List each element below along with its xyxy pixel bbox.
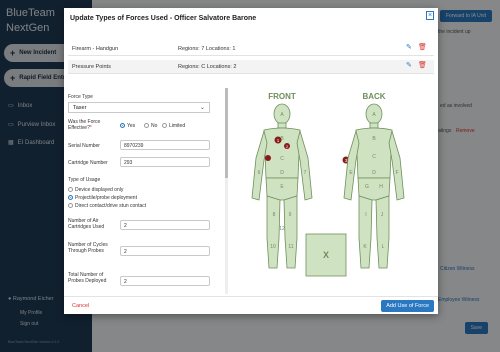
region-label: G <box>365 184 369 190</box>
region-label: H <box>379 184 383 190</box>
cartridge-input[interactable]: 293 <box>120 157 210 167</box>
back-left-arm[interactable] <box>388 129 405 201</box>
region-label: 12 <box>279 226 285 232</box>
front-neck[interactable] <box>277 122 287 129</box>
chevron-down-icon: ⌄ <box>199 105 205 111</box>
cycles-label: Number of Cycles Through Probes <box>68 242 108 254</box>
force-type-label: Force Type <box>68 94 93 100</box>
serial-input[interactable]: 8970239 <box>120 140 210 150</box>
effective-label-text: Was the Force Effective? <box>68 119 101 131</box>
radio-selected-icon <box>68 195 73 201</box>
region-label: C <box>372 154 376 160</box>
radio-label: Limited <box>169 123 186 129</box>
radio-label: Device displayed only <box>75 187 124 193</box>
radio-label: No <box>151 123 158 129</box>
region-label: 6 <box>258 170 261 176</box>
back-right-leg[interactable] <box>358 195 373 269</box>
effective-label: Was the Force Effective?* <box>68 119 116 131</box>
add-use-of-force-button[interactable]: Add Use of Force <box>381 300 434 312</box>
update-forces-modal: Update Types of Forces Used - Officer Sa… <box>64 8 438 314</box>
region-label: 8 <box>273 212 276 218</box>
force-regions: Regions: C Locations: 2 <box>178 64 237 70</box>
force-regions: Regions: 7 Locations: 1 <box>178 46 236 52</box>
probes-input[interactable]: 2 <box>120 276 210 286</box>
front-label: FRONT <box>268 92 296 101</box>
trash-icon[interactable]: 🗑 <box>418 62 427 69</box>
unknown-location-label: X <box>323 250 329 260</box>
region-label: F <box>395 170 398 176</box>
effective-limited-radio[interactable]: Limited <box>162 123 185 129</box>
cartridge-label: Cartridge Number <box>68 160 108 166</box>
force-type-select[interactable]: Taser ⌄ <box>68 102 210 113</box>
region-label: C <box>280 156 284 162</box>
probes-label: Total Number of Probes Deployed <box>68 272 107 284</box>
force-type-value: Taser <box>73 105 87 111</box>
usage-projectile-radio[interactable]: Projectile/probe deployment <box>68 195 137 201</box>
back-right-arm[interactable] <box>343 129 360 201</box>
back-pelvis[interactable] <box>357 177 391 201</box>
region-label: 10 <box>270 244 276 250</box>
force-row: Firearm - Handgun Regions: 7 Locations: … <box>68 42 434 56</box>
back-label: BACK <box>362 92 385 101</box>
scroll-thumb[interactable] <box>225 88 228 178</box>
force-type: Pressure Points <box>72 64 111 70</box>
radio-icon <box>68 187 73 193</box>
air-cartridges-label: Number of Air Cartridges Used <box>68 218 105 230</box>
radio-icon <box>144 123 149 129</box>
injury-marker[interactable] <box>265 155 271 161</box>
air-cartridges-input[interactable]: 2 <box>120 220 210 230</box>
modal-footer: Cancel Add Use of Force <box>64 296 438 314</box>
front-right-arm[interactable] <box>251 129 268 201</box>
radio-icon <box>162 123 167 129</box>
region-label: D <box>372 170 376 176</box>
radio-label: Yes <box>127 123 136 129</box>
radio-selected-icon <box>120 123 125 129</box>
body-diagram: FRONT BACK A B C D E 6 7 8 9 10 11 12 1 … <box>251 92 405 277</box>
force-row: Pressure Points Regions: C Locations: 2 … <box>68 60 434 74</box>
modal-title: Update Types of Forces Used - Officer Sa… <box>70 15 257 22</box>
effective-no-radio[interactable]: No <box>144 123 157 129</box>
region-label: 11 <box>288 244 293 250</box>
force-form: Force Type Taser ⌄ Was the Force Effecti… <box>68 88 226 294</box>
form-scrollbar[interactable] <box>225 88 228 294</box>
force-type: Firearm - Handgun <box>72 46 119 52</box>
serial-label: Serial Number <box>68 143 100 149</box>
region-label: 7 <box>304 170 307 176</box>
region-label: D <box>280 170 284 176</box>
trash-icon[interactable]: 🗑 <box>418 44 427 51</box>
effective-yes-radio[interactable]: Yes <box>120 123 135 129</box>
required-mark: * <box>89 125 92 131</box>
edit-icon[interactable]: ✎ <box>406 62 412 69</box>
close-icon[interactable]: × <box>426 11 434 20</box>
front-right-leg[interactable] <box>266 195 281 269</box>
back-left-leg[interactable] <box>375 195 390 269</box>
region-label: I <box>365 212 366 218</box>
edit-icon[interactable]: ✎ <box>406 44 412 51</box>
radio-icon <box>68 203 73 209</box>
radio-label: Projectile/probe deployment <box>75 195 137 201</box>
region-label: 9 <box>289 212 292 218</box>
back-figure[interactable] <box>343 103 405 269</box>
cancel-button[interactable]: Cancel <box>72 303 89 309</box>
region-label: L <box>382 244 385 250</box>
usage-direct-contact-radio[interactable]: Direct contact/drive stun contact <box>68 203 146 209</box>
cycles-input[interactable]: 2 <box>120 246 210 256</box>
front-left-leg[interactable] <box>283 195 298 269</box>
usage-label: Type of Usage <box>68 177 101 183</box>
front-left-arm[interactable] <box>296 129 313 201</box>
usage-displayed-radio[interactable]: Device displayed only <box>68 187 123 193</box>
back-neck[interactable] <box>369 122 379 129</box>
radio-label: Direct contact/drive stun contact <box>75 203 147 209</box>
